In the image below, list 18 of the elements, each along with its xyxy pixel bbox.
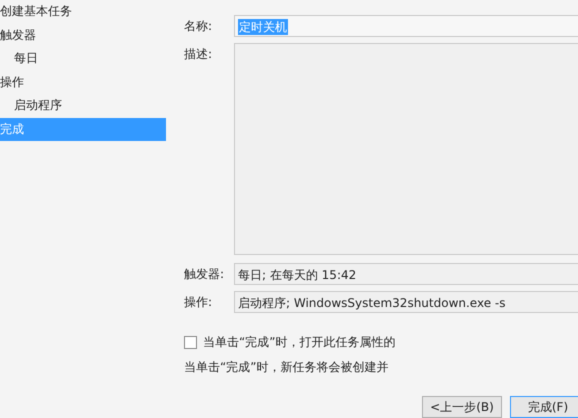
back-button[interactable]: <上一步(B) [422, 396, 502, 418]
sidebar-item[interactable]: 启动程序 [0, 94, 166, 118]
description-field[interactable] [234, 43, 578, 255]
finish-button[interactable]: 完成(F) [510, 396, 578, 418]
action-field: 启动程序; WindowsSystem32shutdown.exe -s [234, 291, 578, 313]
action-label: 操作: [184, 294, 214, 310]
description-label: 描述: [184, 46, 214, 63]
trigger-field: 每日; 在每天的 15:42 [234, 263, 578, 285]
checkbox-label: 当单击“完成”时，打开此任务属性的 [203, 334, 396, 351]
sidebar-item[interactable]: 触发器 [0, 24, 166, 47]
name-label: 名称: [184, 18, 214, 34]
sidebar-item[interactable]: 创建基本任务 [0, 0, 166, 24]
trigger-label: 触发器: [184, 266, 226, 282]
sidebar-item[interactable]: 操作 [0, 70, 166, 94]
name-value: 定时关机 [238, 19, 288, 35]
checkbox[interactable] [184, 336, 197, 349]
sidebar-item[interactable]: 每日 [0, 47, 166, 70]
note-text: 当单击“完成”时，新任务将会被创建并 [184, 359, 390, 376]
